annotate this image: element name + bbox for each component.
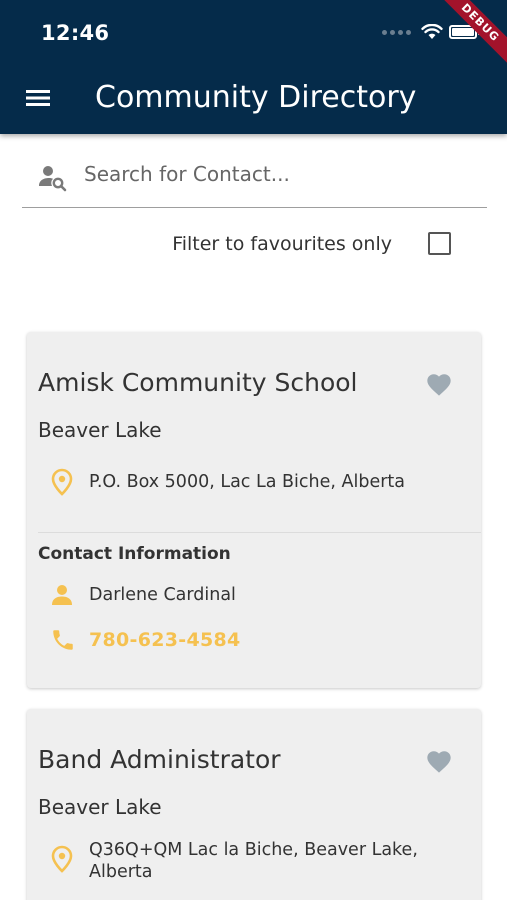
favourite-heart-icon[interactable] [425,371,453,397]
location-pin-icon [51,845,73,873]
contact-card[interactable]: Band Administrator Beaver Lake Q36Q+QM L… [27,709,481,900]
person-icon [52,585,72,605]
contact-community: Beaver Lake [38,795,162,819]
contact-phone-link[interactable]: 780-623-4584 [89,629,241,651]
wifi-icon [421,24,443,39]
contact-community: Beaver Lake [38,418,162,442]
contact-card[interactable]: Amisk Community School Beaver Lake P.O. … [27,332,481,688]
contact-info-heading: Contact Information [38,544,231,564]
contact-name: Amisk Community School [38,368,358,397]
divider [38,532,481,533]
status-time: 12:46 [41,21,110,45]
search-field[interactable] [22,148,487,208]
cellular-signal-icon [382,29,411,35]
contact-address: Q36Q+QM Lac la Biche, Beaver Lake, Alber… [89,840,418,882]
status-icons [382,24,480,40]
phone-icon[interactable] [50,627,76,653]
app-bar: 12:46 DEBUG Community Directory [0,0,507,134]
contact-address: P.O. Box 5000, Lac La Biche, Alberta [89,472,405,492]
contact-person: Darlene Cardinal [89,585,236,605]
page-title: Community Directory [95,80,417,115]
filter-label: Filter to favourites only [172,233,392,255]
favourites-filter: Filter to favourites only [0,228,507,262]
menu-button[interactable] [20,82,56,114]
hamburger-menu-icon [26,90,50,106]
contact-name: Band Administrator [38,745,281,774]
person-search-icon [39,166,67,192]
search-input[interactable] [84,160,474,188]
favourite-heart-icon[interactable] [425,748,453,774]
favourites-checkbox[interactable] [428,232,451,255]
location-pin-icon [51,468,73,496]
